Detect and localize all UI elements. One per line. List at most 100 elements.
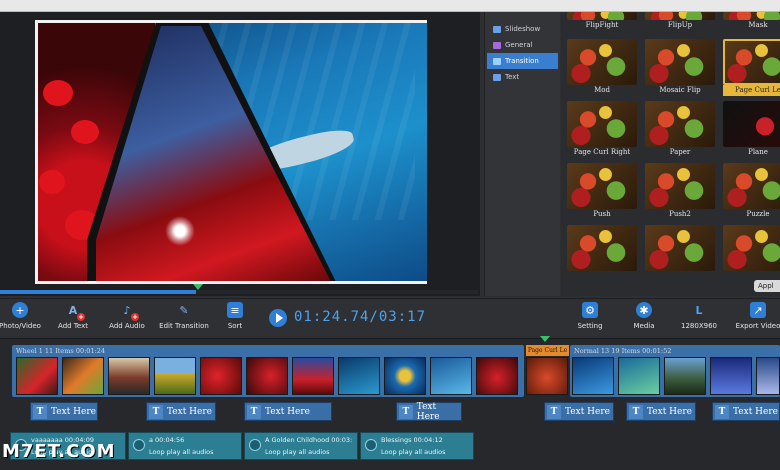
- photo-clip[interactable]: [16, 357, 58, 395]
- transition-thumb[interactable]: Push: [567, 163, 637, 220]
- transition-label: Plane: [748, 148, 768, 156]
- transition-thumb[interactable]: [723, 225, 780, 271]
- flower-shape: [71, 120, 99, 144]
- transition-thumb-selected[interactable]: Page Curl Le: [723, 39, 780, 96]
- audio-clip-name: Blessings 00:04:12: [381, 436, 443, 444]
- folder-icon: [493, 41, 501, 49]
- category-item-text[interactable]: Text: [487, 69, 558, 85]
- audio-clip[interactable]: A Golden Childhood 00:03: Loop play all …: [244, 432, 358, 460]
- flower-shape: [43, 80, 73, 106]
- music-note-icon: ♪: [119, 302, 139, 321]
- transition-thumb[interactable]: FlipFight: [567, 12, 637, 31]
- photo-clip[interactable]: [384, 357, 426, 395]
- music-disc-icon: [133, 439, 145, 451]
- edit-transition-button[interactable]: ✎ Edit Transition: [156, 302, 212, 331]
- sort-button[interactable]: ≡ Sort: [207, 302, 263, 330]
- category-item-transition[interactable]: Transition: [487, 53, 558, 69]
- audio-clip-loop: Loop play all audios: [265, 448, 330, 456]
- add-text-label: Add Text: [58, 322, 88, 330]
- text-clip[interactable]: T Text Here: [544, 402, 614, 421]
- setting-button[interactable]: ⚙ Setting: [562, 302, 618, 330]
- text-clip[interactable]: T Text Here: [626, 402, 696, 421]
- slide-group-header: Wheel 1 11 Items 00:01:24: [16, 347, 106, 355]
- playback-progress[interactable]: [0, 290, 478, 294]
- text-icon: T: [33, 404, 47, 419]
- text-clip[interactable]: T Text Here: [712, 402, 780, 421]
- text-clip-label: Text Here: [51, 406, 96, 417]
- media-button[interactable]: ✱ Media: [616, 302, 672, 330]
- photo-clip[interactable]: [292, 357, 334, 395]
- audio-clip[interactable]: Blessings 00:04:12 Loop play all audios: [360, 432, 474, 460]
- transition-thumb[interactable]: Push2: [645, 163, 715, 220]
- category-item-slideshow[interactable]: Slideshow: [487, 21, 558, 37]
- transition-preview-image: [723, 12, 780, 20]
- transition-preview-image: [645, 163, 715, 209]
- setting-label: Setting: [577, 322, 603, 330]
- photo-clip[interactable]: [476, 357, 518, 395]
- transition-preview-image: [645, 12, 715, 20]
- media-label: Media: [633, 322, 655, 330]
- text-clip[interactable]: T Text Here: [30, 402, 98, 421]
- play-button[interactable]: [269, 309, 287, 327]
- resolution-button[interactable]: L 1280X960: [671, 302, 727, 331]
- text-clip-label: Text Here: [265, 406, 310, 417]
- transition-thumb[interactable]: Mod: [567, 39, 637, 96]
- transition-clip[interactable]: [526, 357, 568, 395]
- photo-clip[interactable]: [618, 357, 660, 395]
- transition-thumb[interactable]: Page Curl Right: [567, 101, 637, 158]
- transition-chip[interactable]: Page Curl Le: [526, 345, 569, 356]
- transition-preview-image: [567, 225, 637, 271]
- sort-label: Sort: [227, 322, 243, 330]
- photo-clip[interactable]: [246, 357, 288, 395]
- flower-shape: [39, 170, 65, 194]
- playhead-marker[interactable]: [193, 284, 203, 290]
- text-clip[interactable]: T Text Here: [396, 401, 462, 422]
- transition-preview-image: [723, 39, 780, 85]
- photo-clip[interactable]: [664, 357, 706, 395]
- photo-clip[interactable]: [108, 357, 150, 395]
- category-item-general[interactable]: General: [487, 37, 558, 53]
- transition-thumb[interactable]: Plane: [723, 101, 780, 158]
- photo-clip[interactable]: [710, 357, 752, 395]
- edit-transition-label: Edit Transition: [159, 322, 209, 330]
- transition-thumb[interactable]: Mask: [723, 12, 780, 31]
- text-clip-label: Text Here: [647, 406, 692, 417]
- text-clip-label: Text Here: [416, 401, 440, 422]
- timeline-playhead[interactable]: [540, 336, 550, 342]
- sort-icon: ≡: [227, 302, 243, 318]
- music-disc-icon: [249, 439, 261, 451]
- transition-thumb[interactable]: [567, 225, 637, 271]
- pencil-icon: ✎: [179, 303, 189, 317]
- apply-button[interactable]: Appl: [754, 280, 780, 292]
- photo-clip[interactable]: [572, 357, 614, 395]
- gear-icon: ⚙: [582, 302, 598, 318]
- text-clip[interactable]: T Text Here: [146, 402, 216, 421]
- export-video-button[interactable]: ↗ Export Video: [730, 302, 780, 330]
- photo-clip[interactable]: [338, 357, 380, 395]
- transition-thumb[interactable]: [645, 225, 715, 271]
- transition-thumb[interactable]: Puzzle: [723, 163, 780, 220]
- music-disc-icon: [365, 439, 377, 451]
- transition-preview-image: [645, 225, 715, 271]
- preview-canvas[interactable]: [35, 20, 427, 284]
- add-text-button[interactable]: A Add Text: [45, 302, 101, 331]
- text-clip[interactable]: T Text Here: [244, 402, 332, 421]
- photo-video-button[interactable]: + Photo/Video: [0, 302, 48, 330]
- text-icon: T: [149, 404, 163, 419]
- add-audio-label: Add Audio: [109, 322, 145, 330]
- transition-thumb[interactable]: FlipUp: [645, 12, 715, 31]
- photo-clip[interactable]: [200, 357, 242, 395]
- audio-clip[interactable]: a 00:04:56 Loop play all audios: [128, 432, 242, 460]
- timecode-display: 01:24.74/03:17: [294, 309, 427, 325]
- photo-clip[interactable]: [430, 357, 472, 395]
- photo-clip[interactable]: [62, 357, 104, 395]
- add-audio-button[interactable]: ♪ Add Audio: [99, 302, 155, 331]
- add-text-icon: A: [65, 302, 85, 321]
- text-icon: T: [547, 404, 561, 419]
- transition-thumb[interactable]: Mosaic Flip: [645, 39, 715, 96]
- photo-clip[interactable]: [756, 357, 780, 395]
- preview-panel: [0, 12, 480, 296]
- transition-label: Paper: [669, 148, 691, 156]
- transition-thumb[interactable]: Paper: [645, 101, 715, 158]
- photo-clip[interactable]: [154, 357, 196, 395]
